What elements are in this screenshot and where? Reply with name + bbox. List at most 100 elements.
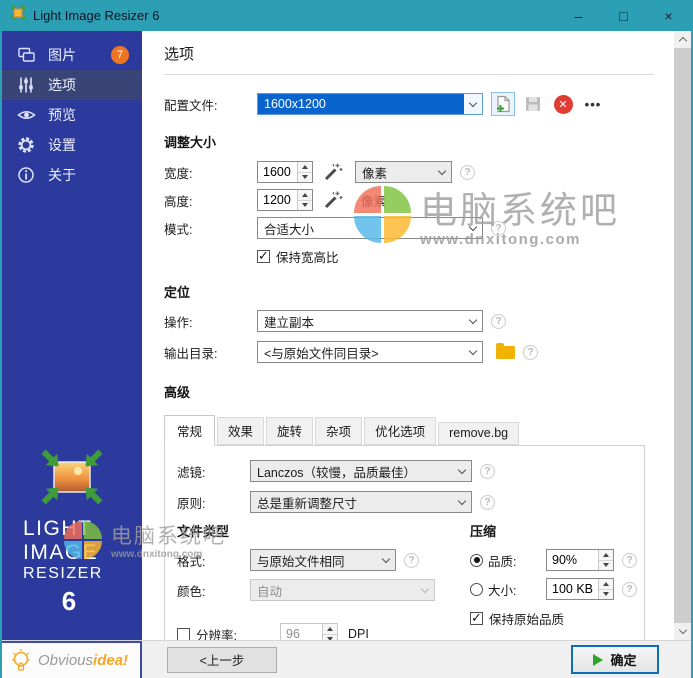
sidebar-item-about[interactable]: 关于 — [2, 160, 142, 190]
size-value[interactable]: 100 KB — [547, 579, 598, 599]
scrollbar-thumb[interactable] — [674, 48, 691, 623]
chevron-down-icon[interactable] — [433, 162, 451, 182]
save-profile-button[interactable] — [521, 92, 545, 116]
keep-quality-checkbox[interactable] — [470, 612, 483, 625]
auto-height-wand-button[interactable] — [321, 188, 345, 212]
chevron-down-icon[interactable] — [464, 94, 482, 114]
help-icon[interactable]: ? — [404, 553, 419, 568]
delete-profile-button[interactable]: ✕ — [551, 92, 575, 116]
height-value[interactable]: 1200 — [258, 190, 297, 210]
more-options-button[interactable]: ••• — [581, 92, 605, 116]
back-button[interactable]: <上一步 — [167, 647, 277, 673]
filter-combobox[interactable]: Lanczos（较慢，品质最佳） — [250, 460, 472, 482]
play-arrow-icon — [593, 654, 603, 666]
policy-combobox[interactable]: 总是重新调整尺寸 — [250, 491, 472, 513]
sidebar-item-preview[interactable]: 预览 — [2, 100, 142, 130]
tab-misc[interactable]: 杂项 — [315, 417, 362, 445]
spin-up-button[interactable] — [298, 162, 312, 173]
minimize-button[interactable]: – — [556, 0, 601, 31]
window-title: Light Image Resizer 6 — [33, 8, 556, 23]
resize-section-heading: 调整大小 — [164, 132, 654, 151]
mode-value: 合适大小 — [258, 218, 464, 238]
output-value: <与原始文件同目录> — [258, 342, 464, 362]
quality-row: 品质: 90% ? — [470, 549, 637, 571]
width-value[interactable]: 1600 — [258, 162, 297, 182]
help-icon[interactable]: ? — [523, 345, 538, 360]
color-combobox: 自动 — [250, 579, 435, 601]
mode-combobox[interactable]: 合适大小 — [257, 217, 483, 239]
magic-wand-icon — [323, 162, 343, 182]
format-combobox[interactable]: 与原始文件相同 — [250, 549, 396, 571]
app-logo: LIGHT IMAGE RESIZER 6 — [2, 449, 142, 617]
mode-row: 模式: 合适大小 ? — [164, 217, 654, 239]
sidebar: 图片 7 选项 — [2, 31, 142, 640]
logo-line3: RESIZER — [23, 564, 114, 584]
chevron-down-icon[interactable] — [377, 550, 395, 570]
tab-rotate[interactable]: 旋转 — [266, 417, 313, 445]
scroll-down-button[interactable] — [674, 623, 691, 640]
spin-up-button[interactable] — [298, 190, 312, 201]
help-icon[interactable]: ? — [491, 314, 506, 329]
size-radio[interactable] — [470, 583, 483, 596]
chevron-down-icon — [416, 580, 434, 600]
help-icon[interactable]: ? — [460, 165, 475, 180]
quality-value[interactable]: 90% — [547, 550, 598, 570]
keep-ratio-checkbox[interactable] — [257, 250, 270, 263]
resolution-checkbox[interactable] — [177, 628, 190, 641]
chevron-down-icon[interactable] — [464, 342, 482, 362]
help-icon[interactable]: ? — [480, 495, 495, 510]
chevron-down-icon[interactable] — [464, 311, 482, 331]
scroll-up-button[interactable] — [674, 31, 691, 48]
quality-radio[interactable] — [470, 554, 483, 567]
tab-optimization[interactable]: 优化选项 — [364, 417, 436, 445]
quality-label: 品质: — [488, 551, 546, 570]
width-unit-combobox[interactable]: 像素 — [355, 161, 452, 183]
help-icon[interactable]: ? — [480, 464, 495, 479]
spin-down-button[interactable] — [599, 590, 613, 600]
chevron-down-icon[interactable] — [453, 461, 471, 481]
resolution-value: 96 — [281, 624, 322, 640]
filetype-column: 文件类型 格式: 与原始文件相同 ? — [177, 521, 470, 640]
sidebar-item-settings[interactable]: 设置 — [2, 130, 142, 160]
close-button[interactable]: × — [646, 0, 691, 31]
help-icon[interactable]: ? — [491, 221, 506, 236]
sidebar-item-images[interactable]: 图片 7 — [2, 40, 142, 70]
spin-up-button[interactable] — [599, 550, 613, 561]
auto-width-wand-button[interactable] — [321, 160, 345, 184]
browse-folder-button[interactable] — [493, 340, 517, 364]
delete-x-icon: ✕ — [554, 95, 573, 114]
filter-row: 滤镜: Lanczos（较慢，品质最佳） ? — [177, 460, 632, 482]
size-spinner[interactable]: 100 KB — [546, 578, 614, 600]
help-icon[interactable]: ? — [622, 553, 637, 568]
chevron-down-icon[interactable] — [453, 492, 471, 512]
compression-column: 压缩 品质: 90% ? — [470, 521, 637, 640]
spin-down-button[interactable] — [599, 561, 613, 571]
output-combobox[interactable]: <与原始文件同目录> — [257, 341, 483, 363]
maximize-button[interactable]: □ — [601, 0, 646, 31]
output-label: 输出目录: — [164, 343, 257, 362]
quality-spinner[interactable]: 90% — [546, 549, 614, 571]
ok-button[interactable]: 确定 — [571, 645, 659, 674]
profile-combobox[interactable]: 1600x1200 — [257, 93, 483, 115]
logo-line1: LIGHT — [23, 517, 114, 541]
action-combobox[interactable]: 建立副本 — [257, 310, 483, 332]
spin-down-button[interactable] — [298, 173, 312, 183]
height-spinner[interactable]: 1200 — [257, 189, 313, 211]
app-window: Light Image Resizer 6 – □ × 图片 7 — [0, 0, 693, 678]
spin-up-button[interactable] — [599, 579, 613, 590]
chevron-down-icon[interactable] — [464, 218, 482, 238]
tab-effects[interactable]: 效果 — [217, 417, 264, 445]
help-icon[interactable]: ? — [622, 582, 637, 597]
ellipsis-icon: ••• — [585, 97, 602, 112]
resolution-label: 分辨率: — [196, 625, 280, 641]
width-spinner[interactable]: 1600 — [257, 161, 313, 183]
new-profile-button[interactable] — [491, 92, 515, 116]
folder-icon — [496, 346, 515, 359]
action-value: 建立副本 — [258, 311, 464, 331]
tab-general[interactable]: 常规 — [164, 415, 215, 446]
vertical-scrollbar[interactable] — [674, 31, 691, 640]
sidebar-item-options[interactable]: 选项 — [2, 70, 142, 100]
tab-removebg[interactable]: remove.bg — [438, 422, 519, 445]
compression-heading: 压缩 — [470, 521, 637, 540]
spin-down-button[interactable] — [298, 201, 312, 211]
